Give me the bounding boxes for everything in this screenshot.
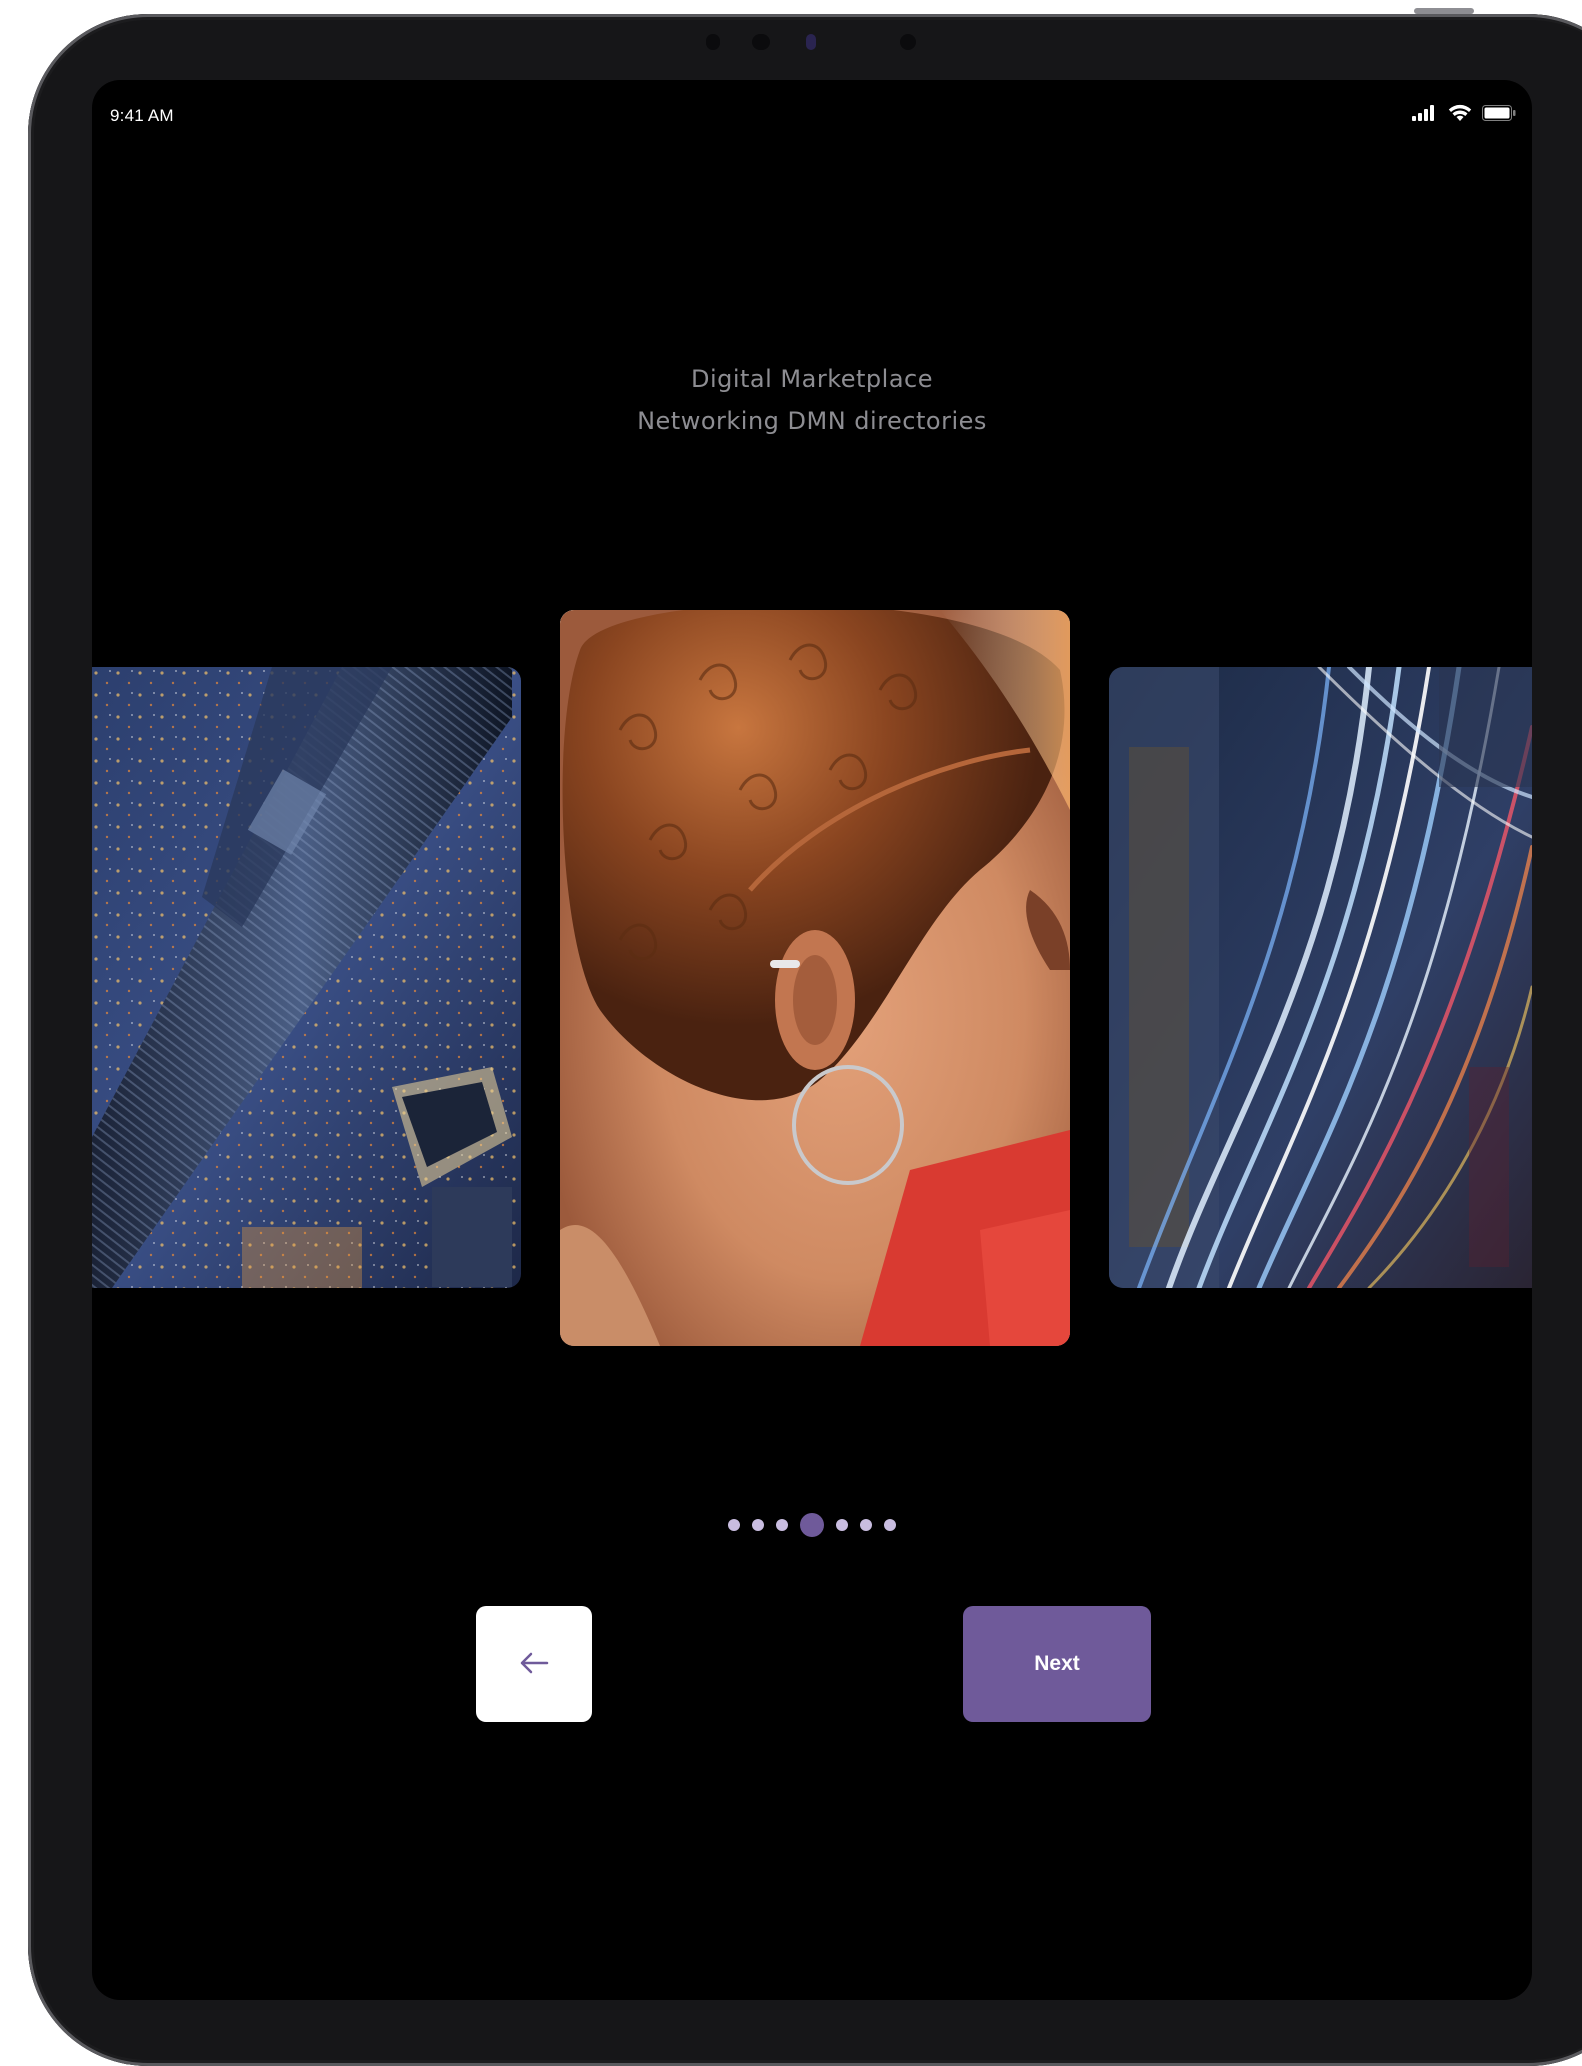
battery-icon [1482, 105, 1516, 126]
status-bar: 9:41 AM [92, 80, 1532, 150]
front-sensor [900, 34, 916, 50]
aerial-skyscraper-photo [92, 667, 521, 1288]
headline: Digital Marketplace Networking DMN direc… [92, 358, 1532, 442]
pagination-dot[interactable] [752, 1519, 764, 1531]
light-trails-highway-photo [1109, 667, 1532, 1288]
pagination-dot[interactable] [860, 1519, 872, 1531]
cellular-signal-icon [1412, 105, 1438, 126]
headline-subtitle: Networking DMN directories [637, 407, 987, 435]
arrow-left-icon [519, 1652, 549, 1677]
carousel-slide-current[interactable] [560, 610, 1070, 1346]
front-camera [806, 34, 816, 50]
status-icons [1412, 104, 1516, 127]
carousel-slide-previous[interactable] [92, 667, 521, 1288]
pagination-dot[interactable] [776, 1519, 788, 1531]
status-time: 9:41 AM [110, 106, 174, 125]
front-sensor [752, 34, 770, 50]
portrait-hoop-earring-photo [560, 610, 1070, 1346]
pagination-dot[interactable] [836, 1519, 848, 1531]
wifi-icon [1448, 104, 1472, 127]
pagination-dots [92, 1510, 1532, 1540]
top-button [1414, 8, 1474, 14]
carousel-slide-next[interactable] [1109, 667, 1532, 1288]
pagination-dot[interactable] [728, 1519, 740, 1531]
front-sensor [706, 34, 720, 50]
next-button[interactable]: Next [963, 1606, 1151, 1722]
screen: 9:41 AM Digital Marketplace Networking D… [92, 80, 1532, 2000]
headline-title: Digital Marketplace [690, 365, 934, 393]
back-button[interactable] [476, 1606, 592, 1722]
pagination-dot-active[interactable] [800, 1513, 824, 1537]
pagination-dot[interactable] [884, 1519, 896, 1531]
